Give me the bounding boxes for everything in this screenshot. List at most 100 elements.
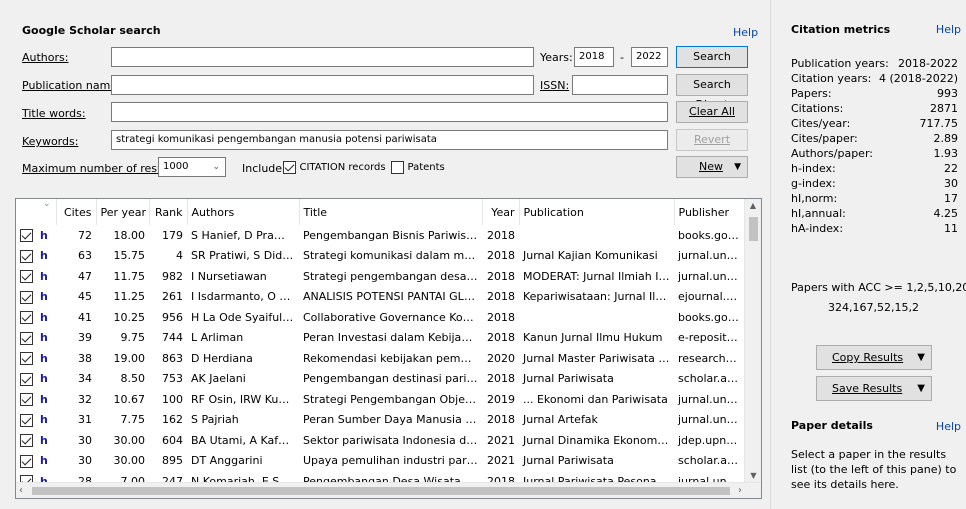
results-table[interactable]: ⌄ Cites Per year Rank Authors Title Year… [15, 198, 762, 499]
include-label: Include: [242, 162, 286, 175]
cell-year: 2018 [487, 331, 515, 345]
cell-publisher: jurnal.unigal.ac. [678, 269, 744, 283]
citation-metrics-help-link[interactable]: Help [936, 23, 961, 36]
row-select-checkbox[interactable] [20, 352, 33, 365]
cell-cites: 32 [78, 392, 92, 406]
col-publication[interactable]: Publication [519, 199, 675, 225]
authors-input[interactable] [111, 47, 534, 67]
scroll-down-icon[interactable]: ▼ [745, 469, 761, 483]
row-select-checkbox[interactable] [20, 290, 33, 304]
cell-title: Upaya pemulihan industri pariwi... [303, 454, 482, 468]
row-select-checkbox[interactable] [20, 434, 33, 447]
cell-select[interactable] [16, 246, 38, 267]
chevron-down-icon: ⌄ [212, 162, 220, 172]
new-button[interactable]: New ▼ [676, 156, 748, 178]
copy-results-button[interactable]: Copy Results ▼ [816, 345, 932, 370]
save-results-button[interactable]: Save Results ▼ [816, 376, 932, 401]
cell-select[interactable] [16, 410, 38, 431]
col-rank[interactable]: Rank [149, 199, 188, 225]
search-help-link[interactable]: Help [733, 26, 758, 39]
new-button-label: New [699, 160, 723, 173]
cell-rank: 604 [162, 433, 183, 447]
issn-input[interactable] [572, 75, 668, 95]
year-from-input[interactable]: 2018 [574, 47, 614, 67]
table-row[interactable]: h 30 30.00 604 BA Utami, A Kafabih Sektor par… [16, 430, 744, 451]
cell-select[interactable] [16, 225, 38, 246]
table-row[interactable]: h 32 10.67 100 RF Osin, IRW Kusu... Strategi … [16, 389, 744, 410]
cell-marker: h [38, 287, 56, 308]
table-row[interactable]: h 34 8.50 753 AK Jaelani Pengembangan destina… [16, 369, 744, 390]
max-results-select[interactable]: 1000 ⌄ [158, 157, 226, 177]
row-select-checkbox[interactable] [20, 454, 33, 468]
col-publisher[interactable]: Publisher [674, 199, 745, 225]
citation-records-option[interactable]: CITATION records [283, 160, 386, 174]
cell-select[interactable] [16, 369, 38, 390]
row-select-checkbox[interactable] [20, 393, 33, 406]
cell-title: Rekomendasi kebijakan pemulih... [303, 351, 482, 365]
clear-all-button[interactable]: Clear All [676, 101, 748, 123]
cell-select[interactable] [16, 430, 38, 451]
cell-select[interactable] [16, 307, 38, 328]
title-words-input[interactable] [111, 102, 668, 122]
patents-option[interactable]: Patents [391, 160, 445, 174]
row-select-checkbox[interactable] [20, 249, 33, 263]
scroll-up-icon[interactable]: ▲ [745, 199, 761, 213]
cell-publication: Jurnal Artefak [523, 413, 598, 427]
row-select-checkbox[interactable] [20, 372, 33, 386]
h-index-core-marker: h [40, 413, 48, 427]
cell-select[interactable] [16, 328, 38, 349]
citation-records-checkbox[interactable] [283, 160, 296, 174]
cell-select[interactable] [16, 451, 38, 472]
table-row[interactable]: h 45 11.25 261 I Isdarmanto, O So... ANALISIS… [16, 287, 744, 308]
revert-button[interactable]: Revert [676, 129, 748, 151]
keywords-label: Keywords: [22, 135, 79, 148]
table-row[interactable]: h 47 11.75 982 I Nursetiawan Strategi pengemb… [16, 266, 744, 287]
row-select-checkbox[interactable] [20, 331, 33, 345]
scroll-right-icon[interactable]: › [738, 483, 742, 498]
search-direct-button[interactable]: Search Direct [676, 74, 748, 111]
table-row[interactable]: h 38 19.00 863 D Herdiana Rekomendasi kebijak… [16, 348, 744, 369]
row-select-checkbox[interactable] [20, 413, 33, 427]
dropdown-arrow-icon: ▼ [917, 352, 925, 363]
search-button[interactable]: Search [676, 46, 748, 68]
horizontal-scrollbar[interactable]: ‹ › [16, 482, 761, 498]
cell-select[interactable] [16, 389, 38, 410]
cell-select[interactable] [16, 266, 38, 287]
pane-divider[interactable] [770, 0, 771, 509]
cell-title: Strategi komunikasi dalam mem... [303, 249, 482, 263]
patents-checkbox[interactable] [391, 160, 404, 174]
cell-title: Pengembangan Bisnis Pariwisata... [303, 228, 482, 242]
cell-select[interactable] [16, 287, 38, 308]
col-title[interactable]: Title [299, 199, 483, 225]
col-cites[interactable]: Cites [56, 199, 97, 225]
cell-per-year: 11.75 [113, 269, 146, 283]
keywords-input[interactable]: strategi komunikasi pengembangan manusia… [111, 130, 668, 150]
cell-select[interactable] [16, 348, 38, 369]
col-per-year[interactable]: Per year [96, 199, 150, 225]
cell-publication: ... Ekonomi dan Pariwisata [523, 392, 668, 406]
paper-details-help-link[interactable]: Help [936, 420, 961, 433]
cell-publisher: books.google.c [678, 310, 744, 324]
scroll-left-icon[interactable]: ‹ [19, 483, 23, 498]
vertical-scroll-thumb[interactable] [749, 217, 758, 241]
table-row[interactable]: h 72 18.00 179 S Hanief, D Prama... Pengemban… [16, 225, 744, 246]
table-row[interactable]: h 63 15.75 4 SR Pratiwi, S Dida, ... Strategi… [16, 246, 744, 267]
row-select-checkbox[interactable] [20, 311, 33, 324]
row-select-checkbox[interactable] [20, 270, 33, 283]
year-to-input[interactable]: 2022 [631, 47, 668, 67]
metric-label: g-index: [791, 177, 836, 190]
col-year[interactable]: Year [482, 199, 520, 225]
col-authors[interactable]: Authors [187, 199, 300, 225]
table-row[interactable]: h 30 30.00 895 DT Anggarini Upaya pemulihan i… [16, 451, 744, 472]
cell-cites: 72 [78, 228, 92, 242]
horizontal-scroll-thumb[interactable] [32, 487, 730, 495]
publication-name-input[interactable] [111, 75, 534, 95]
metric-row: Cites/paper: 2.89 [791, 131, 958, 146]
cell-authors: SR Pratiwi, S Dida, ... [191, 249, 299, 263]
table-row[interactable]: h 39 9.75 744 L Arliman Peran Investasi dalam… [16, 328, 744, 349]
cell-publisher: books.google.c [678, 228, 744, 242]
table-row[interactable]: h 41 10.25 956 H La Ode Syaiful Is... Collabo… [16, 307, 744, 328]
row-select-checkbox[interactable] [20, 229, 33, 242]
vertical-scrollbar[interactable]: ▲ ▼ [744, 199, 761, 483]
table-row[interactable]: h 31 7.75 162 S Pajriah Peran Sumber Daya Man… [16, 410, 744, 431]
